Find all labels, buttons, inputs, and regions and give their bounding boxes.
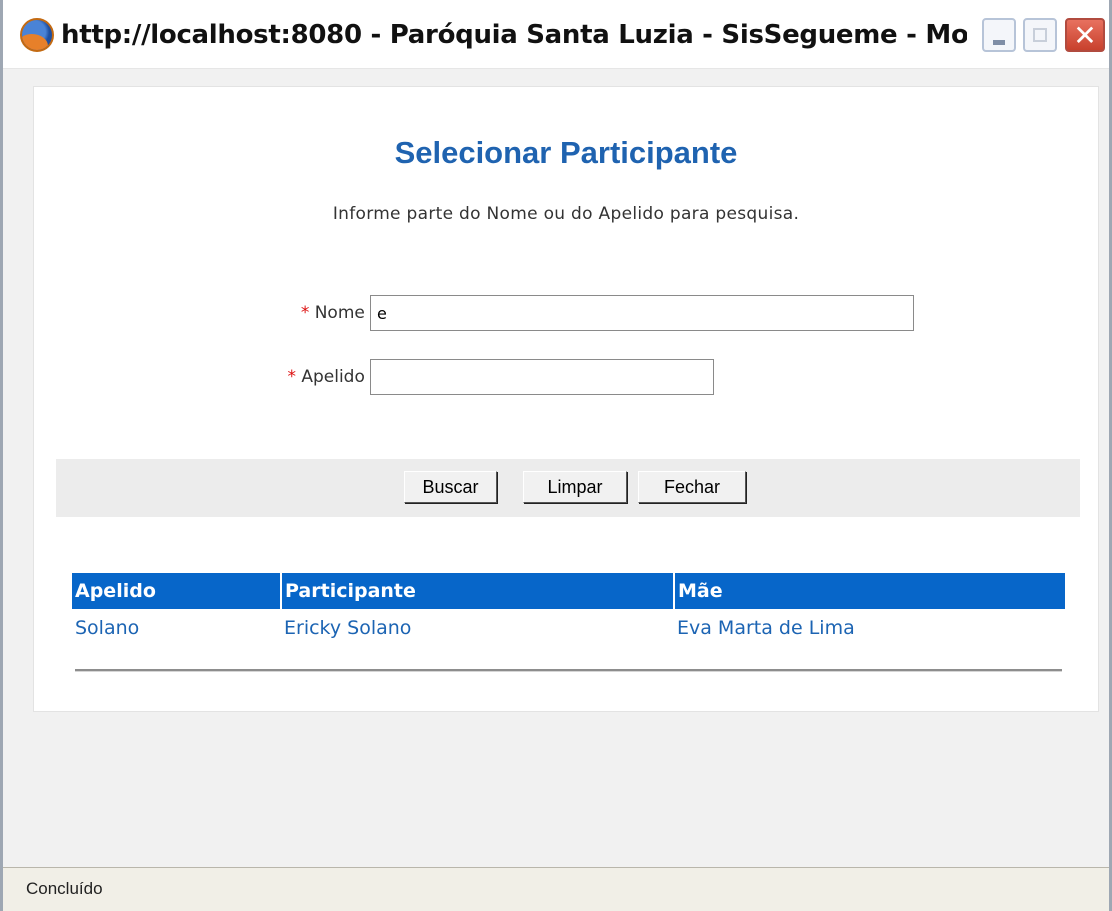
cell-participante[interactable]: Ericky Solano: [281, 609, 674, 647]
close-icon: ✕: [1073, 19, 1097, 52]
apelido-label-text: Apelido :: [301, 367, 376, 387]
window-title: http://localhost:8080 - Paróquia Santa L…: [61, 20, 967, 50]
results-header-row: Apelido Participante Mãe: [72, 573, 1065, 609]
results-table: Apelido Participante Mãe Solano Ericky S…: [72, 573, 1065, 647]
cell-apelido[interactable]: Solano: [72, 609, 281, 647]
limpar-button[interactable]: Limpar: [523, 471, 627, 503]
firefox-icon: [20, 18, 54, 52]
required-marker: *: [287, 367, 296, 387]
column-header-mae[interactable]: Mãe: [674, 573, 1065, 609]
browser-window: http://localhost:8080 - Paróquia Santa L…: [0, 0, 1112, 911]
button-bar: Buscar Limpar Fechar: [56, 459, 1080, 517]
maximize-button[interactable]: [1023, 18, 1057, 52]
minimize-button[interactable]: [982, 18, 1016, 52]
nome-input[interactable]: [370, 295, 914, 331]
required-marker: *: [300, 303, 310, 323]
apelido-input[interactable]: [370, 359, 714, 395]
apelido-label: * Apelido :: [287, 367, 376, 387]
fechar-button[interactable]: Fechar: [638, 471, 746, 503]
table-row[interactable]: Solano Ericky Solano Eva Marta de Lima: [72, 609, 1065, 647]
column-header-apelido[interactable]: Apelido: [72, 573, 282, 609]
status-text: Concluído: [26, 879, 103, 898]
title-bar: http://localhost:8080 - Paróquia Santa L…: [3, 0, 1109, 69]
nome-label-text: Nome :: [314, 303, 376, 323]
page-subtitle: Informe parte do Nome ou do Apelido para…: [332, 204, 800, 224]
nome-label: * Nome :: [301, 303, 376, 323]
close-button[interactable]: ✕: [1065, 18, 1105, 52]
status-bar: Concluído: [3, 867, 1109, 911]
buscar-button[interactable]: Buscar: [404, 471, 497, 503]
results-divider: [75, 669, 1062, 672]
column-header-participante[interactable]: Participante: [281, 573, 675, 609]
cell-mae[interactable]: Eva Marta de Lima: [674, 609, 1065, 647]
search-panel: Selecionar Participante Informe parte do…: [33, 86, 1099, 712]
page-title: Selecionar Participante: [394, 135, 738, 170]
